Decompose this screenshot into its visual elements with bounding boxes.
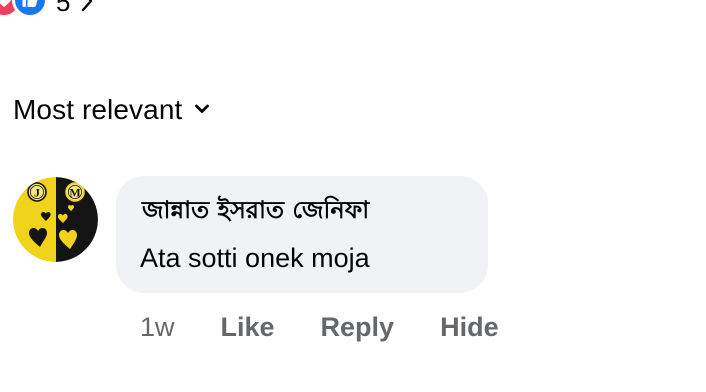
comment-timestamp[interactable]: 1w — [140, 312, 175, 343]
chevron-right-icon — [80, 0, 94, 18]
reactions-summary[interactable]: 5 — [0, 0, 94, 18]
like-button[interactable]: Like — [221, 312, 275, 343]
comment-text: Ata sotti onek moja — [140, 243, 370, 273]
hide-button[interactable]: Hide — [440, 312, 499, 343]
comment-sort-toggle[interactable]: Most relevant — [13, 92, 210, 128]
comment-bubble[interactable]: জান্নাত ইসরাত জেনিফা Ata sotti onek moja — [116, 176, 488, 293]
avatar-letter-left: J — [34, 186, 40, 200]
reply-button[interactable]: Reply — [321, 312, 395, 343]
chevron-down-icon — [194, 102, 210, 120]
avatar[interactable]: J M — [13, 177, 98, 262]
comment-actions: 1w Like Reply Hide — [140, 308, 499, 346]
reaction-count: 5 — [56, 0, 71, 17]
avatar-letter-right: M — [69, 186, 80, 200]
sort-label: Most relevant — [13, 94, 183, 125]
thumbs-up-icon — [12, 0, 48, 18]
comment-author[interactable]: জান্নাত ইসরাত জেনিফা — [142, 192, 369, 232]
